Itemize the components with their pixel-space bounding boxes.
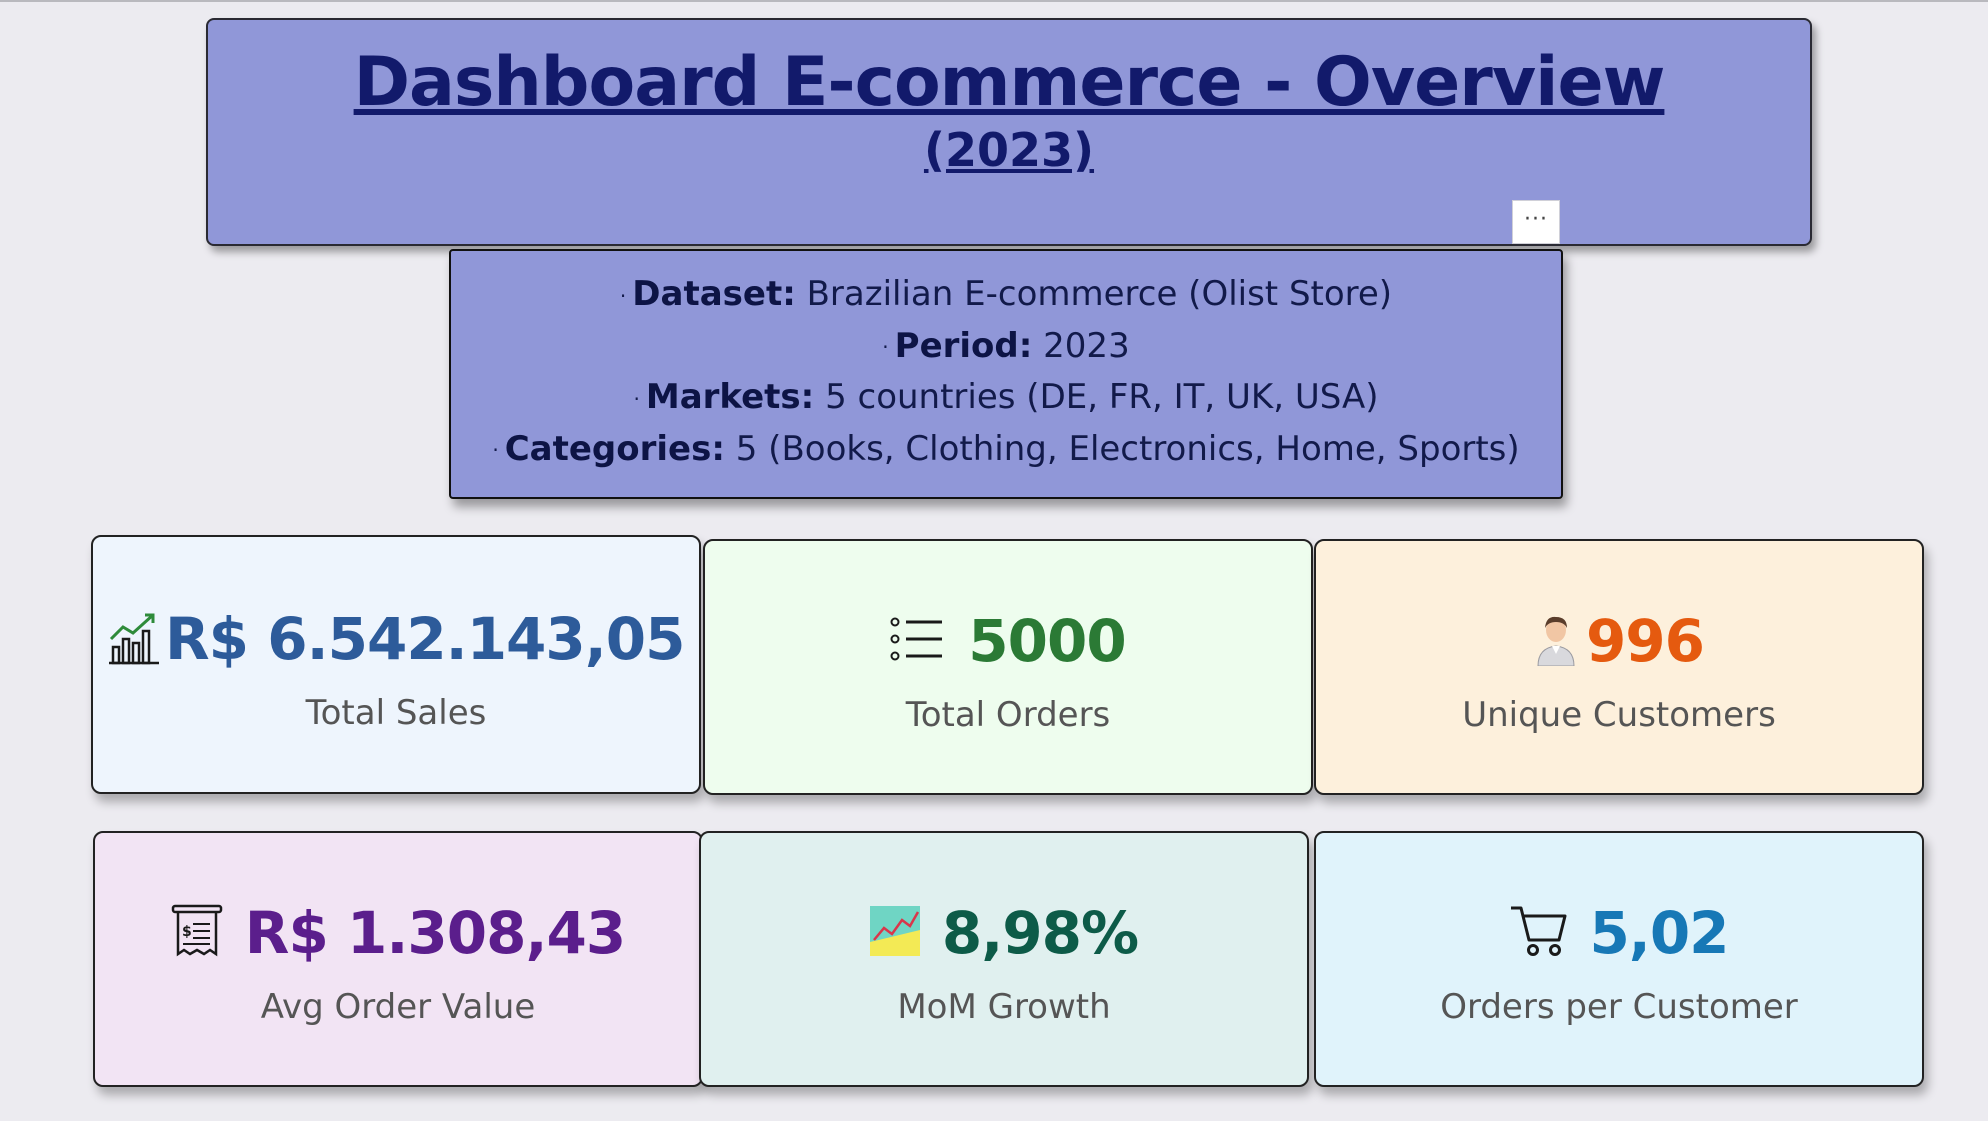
kpi-card-total-orders: 5000 Total Orders — [703, 539, 1313, 795]
kpi-label: Total Orders — [905, 695, 1111, 735]
info-label: Period: — [894, 325, 1033, 366]
info-value: 2023 — [1032, 325, 1130, 366]
info-categories: · Categories: 5 (Books, Clothing, Electro… — [451, 424, 1561, 476]
bullet-icon: · — [882, 335, 889, 359]
info-value: 5 (Books, Clothing, Electronics, Home, S… — [724, 428, 1520, 469]
bullet-icon: · — [619, 283, 627, 308]
kpi-card-total-sales: R$ 6.542.143,05 Total Sales — [91, 535, 701, 794]
svg-text:$: $ — [182, 924, 192, 940]
title-panel: Dashboard E-commerce - Overview (2023) — [206, 18, 1812, 246]
bullet-icon: · — [492, 438, 499, 462]
kpi-label: Orders per Customer — [1440, 987, 1798, 1027]
top-border — [0, 0, 1988, 2]
kpi-value: 5,02 — [1589, 899, 1729, 967]
info-value: Brazilian E-commerce (Olist Store) — [795, 274, 1393, 314]
kpi-label: Avg Order Value — [260, 987, 536, 1027]
page-title: Dashboard E-commerce - Overview — [353, 43, 1666, 122]
info-markets: · Markets: 5 countries (DE, FR, IT, UK, U… — [451, 372, 1561, 424]
kpi-value: 996 — [1585, 607, 1705, 675]
page-subtitle: (2023) — [923, 122, 1095, 177]
cart-icon — [1509, 904, 1569, 962]
info-label: Dataset: — [632, 274, 796, 314]
info-period: · Period: 2023 — [451, 321, 1561, 373]
receipt-icon: $ — [171, 904, 223, 962]
kpi-card-avg-order-value: $ R$ 1.308,43 Avg Order Value — [93, 831, 703, 1087]
growth-chart-icon — [869, 906, 920, 960]
customer-icon — [1534, 612, 1578, 670]
info-dataset: · Dataset: Brazilian E-commerce (Olist St… — [451, 269, 1561, 321]
kpi-value: 5000 — [968, 607, 1126, 675]
kpi-card-orders-per-customer: 5,02 Orders per Customer — [1314, 831, 1924, 1087]
kpi-label: Unique Customers — [1462, 695, 1776, 735]
info-label: Categories: — [504, 428, 725, 469]
kpi-label: Total Sales — [305, 693, 487, 733]
kpi-label: MoM Growth — [897, 987, 1111, 1027]
dataset-info-panel: · Dataset: Brazilian E-commerce (Olist St… — [449, 249, 1563, 499]
info-value: 5 countries (DE, FR, IT, UK, USA) — [814, 377, 1379, 417]
kpi-value: 8,98% — [941, 899, 1139, 967]
sales-chart-icon — [107, 609, 161, 669]
kpi-card-unique-customers: 996 Unique Customers — [1314, 539, 1924, 795]
info-label: Markets: — [645, 377, 815, 417]
more-options-button[interactable]: ··· — [1512, 200, 1560, 244]
kpi-value: R$ 6.542.143,05 — [165, 605, 686, 673]
list-icon — [890, 617, 944, 665]
kpi-value: R$ 1.308,43 — [244, 899, 626, 967]
kpi-card-mom-growth: 8,98% MoM Growth — [699, 831, 1309, 1087]
bullet-icon: · — [633, 386, 640, 411]
